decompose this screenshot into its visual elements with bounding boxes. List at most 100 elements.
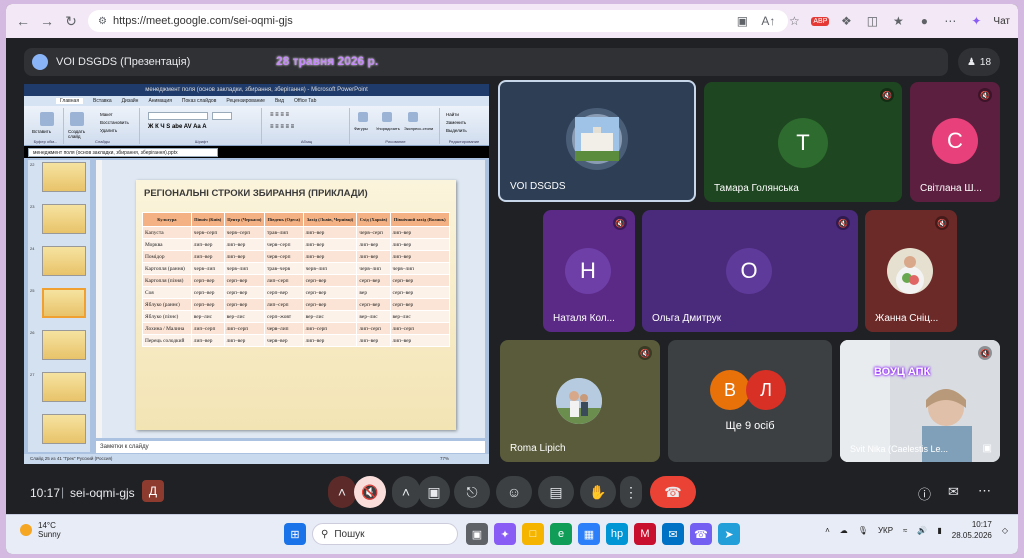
- wifi-icon[interactable]: ≈: [903, 526, 907, 535]
- more-icon[interactable]: ⋯: [941, 12, 959, 30]
- ppt-zoom[interactable]: 77%: [440, 454, 449, 464]
- bullets-icon[interactable]: ≡ ≡ ≡ ≡: [270, 112, 289, 118]
- chat-icon[interactable]: ✉: [948, 484, 959, 500]
- tile-voi-dsgds[interactable]: VOI DSGDS: [498, 80, 696, 202]
- find-label[interactable]: Найти: [446, 112, 459, 117]
- address-bar[interactable]: ⚙ https://meet.google.com/sei-oqmi-gjs: [88, 10, 788, 32]
- participants-button[interactable]: ♟ 18: [958, 48, 1000, 76]
- clock[interactable]: 10:17 28.05.2026: [952, 519, 992, 541]
- ppt-tab-slideshow[interactable]: Показ слайдов: [182, 98, 216, 104]
- raise-hand-button[interactable]: ✋: [580, 476, 616, 508]
- slide-notes[interactable]: Заметки к слайду: [96, 441, 485, 453]
- back-icon[interactable]: ←: [12, 10, 34, 32]
- tile-zhanna[interactable]: 🔇 Жанна Сніц...: [865, 210, 957, 332]
- mic-toggle-button[interactable]: 🔇: [354, 476, 386, 508]
- tray-chevron-icon[interactable]: ˄: [825, 526, 830, 535]
- tile-natalia[interactable]: 🔇 Н Наталя Кол...: [543, 210, 635, 332]
- camera-toggle-button[interactable]: ▣: [418, 476, 450, 508]
- captions-button[interactable]: ▤: [538, 476, 574, 508]
- reactions-button[interactable]: ☺: [496, 476, 532, 508]
- slide-thumbnail[interactable]: [42, 204, 86, 234]
- notifications-icon[interactable]: ◇: [1002, 526, 1008, 535]
- favorites-list-icon[interactable]: ★: [889, 12, 907, 30]
- weather-widget[interactable]: 14°C Sunny: [20, 521, 61, 539]
- reset-label[interactable]: Восстановить: [100, 120, 129, 125]
- info-icon[interactable]: ⓘ: [918, 484, 931, 503]
- slide-thumbnail[interactable]: [42, 414, 86, 444]
- pip-icon[interactable]: ▣: [983, 443, 992, 454]
- copilot-app-icon[interactable]: ✦: [494, 523, 516, 545]
- meeting-badge-icon[interactable]: Д: [142, 480, 164, 502]
- tile-more-people[interactable]: В Л Ще 9 осіб: [668, 340, 832, 462]
- forward-icon[interactable]: →: [36, 10, 58, 32]
- mic-options-button[interactable]: ˄: [328, 476, 356, 508]
- present-button[interactable]: ⎋: [454, 476, 490, 508]
- favorite-icon[interactable]: ☆: [785, 12, 803, 30]
- align-icon[interactable]: ≡ ≡ ≡ ≡ ≡: [270, 124, 294, 130]
- current-slide[interactable]: РЕГІОНАЛЬНІ СТРОКИ ЗБИРАННЯ (ПРИКЛАДИ) К…: [136, 180, 456, 430]
- profile-icon[interactable]: ●: [915, 12, 933, 30]
- replace-label[interactable]: Заменить: [446, 120, 466, 125]
- more-options-button[interactable]: ⋮: [620, 476, 642, 508]
- select-label[interactable]: Выделить: [446, 128, 467, 133]
- slide-thumbnail[interactable]: [42, 162, 86, 192]
- hp-icon[interactable]: hp: [606, 523, 628, 545]
- new-slide-icon[interactable]: [70, 112, 84, 126]
- chat-button-label[interactable]: Чат: [993, 16, 1010, 27]
- ppt-tab-insert[interactable]: Вставка: [93, 98, 112, 104]
- font-size-select[interactable]: [212, 112, 232, 120]
- slide-thumbnail-selected[interactable]: [42, 288, 86, 318]
- ppt-tab-review[interactable]: Рецензирование: [226, 98, 265, 104]
- ppt-document-tab[interactable]: менеджмент поля (основ закладки, збиранн…: [28, 148, 218, 157]
- slide-thumbnail[interactable]: [42, 246, 86, 276]
- viber-icon[interactable]: ☎: [690, 523, 712, 545]
- font-name-select[interactable]: [148, 112, 208, 120]
- shapes-icon[interactable]: [358, 112, 368, 122]
- quick-styles-icon[interactable]: [408, 112, 418, 122]
- delete-label[interactable]: Удалить: [100, 128, 117, 133]
- slide-thumbnail[interactable]: [42, 330, 86, 360]
- tile-tamara[interactable]: 🔇 Т Тамара Голянська: [704, 82, 902, 202]
- site-info-icon[interactable]: ⚙: [98, 16, 107, 27]
- ppt-tab-view[interactable]: Вид: [275, 98, 284, 104]
- onedrive-icon[interactable]: ☁: [840, 526, 848, 535]
- task-view-icon[interactable]: ▣: [466, 523, 488, 545]
- slide-thumbnail[interactable]: [42, 372, 86, 402]
- camera-icon[interactable]: ▣: [733, 12, 751, 30]
- adblock-icon[interactable]: ABP: [811, 16, 830, 26]
- mail-icon[interactable]: ✉: [662, 523, 684, 545]
- read-aloud-icon[interactable]: A↑: [759, 12, 777, 30]
- tile-svitlana[interactable]: 🔇 С Світлана Ш...: [910, 82, 1000, 202]
- ppt-tab-animation[interactable]: Анимация: [148, 98, 171, 104]
- telegram-icon[interactable]: ➤: [718, 523, 740, 545]
- paste-icon[interactable]: [40, 112, 54, 126]
- arrange-icon[interactable]: [382, 112, 392, 122]
- reload-icon[interactable]: ↻: [60, 10, 82, 32]
- ppt-tab-design[interactable]: Дизайн: [122, 98, 139, 104]
- ribbon-group-font: Ж К Ч S abe AV Aa A Шрифт: [142, 108, 262, 144]
- battery-icon[interactable]: ▮: [937, 526, 941, 535]
- extensions-icon[interactable]: ❖: [837, 12, 855, 30]
- store-icon[interactable]: ▦: [578, 523, 600, 545]
- bold-icon[interactable]: Ж К Ч S abe AV Aa A: [148, 124, 207, 130]
- table-body: Капуста черв–серп черв–серп трав–лип лип–вер…: [142, 226, 450, 347]
- apps-icon[interactable]: ⋯: [978, 483, 991, 499]
- taskbar-search[interactable]: ⚲ Пошук: [312, 523, 458, 545]
- leave-call-button[interactable]: ☎: [650, 476, 696, 508]
- ppt-tab-home[interactable]: Главная: [56, 98, 84, 104]
- edge-icon[interactable]: e: [550, 523, 572, 545]
- copilot-icon[interactable]: ✦: [967, 12, 985, 30]
- mcafee-icon[interactable]: M: [634, 523, 656, 545]
- layout-label[interactable]: Макет: [100, 112, 113, 117]
- start-icon[interactable]: ⊞: [284, 523, 306, 545]
- tile-svit-nika[interactable]: ВОУЦ АПК 🔇 Svit Nika (Caelestis Le... ▣: [840, 340, 1000, 462]
- file-explorer-icon[interactable]: □: [522, 523, 544, 545]
- camera-options-button[interactable]: ˄: [392, 476, 420, 508]
- ppt-tab-officetab[interactable]: Office Tab: [294, 98, 316, 104]
- tile-roma[interactable]: 🔇 Roma Lipich: [500, 340, 660, 462]
- mic-tray-icon[interactable]: 🎙: [858, 526, 868, 535]
- tile-olha[interactable]: 🔇 О Ольга Дмитрук: [642, 210, 858, 332]
- language-indicator[interactable]: УКР: [878, 526, 893, 535]
- volume-icon[interactable]: 🔊: [917, 526, 927, 535]
- split-screen-icon[interactable]: ◫: [863, 12, 881, 30]
